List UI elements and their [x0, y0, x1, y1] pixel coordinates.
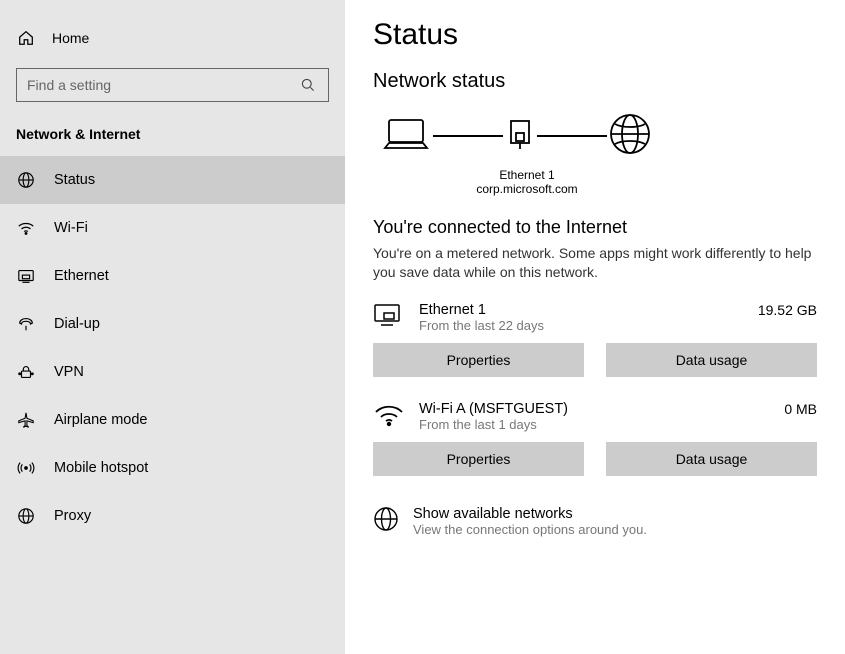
connected-subtext: You're on a metered network. Some apps m… [373, 244, 817, 282]
data-usage-button[interactable]: Data usage [606, 442, 817, 476]
show-networks-sub: View the connection options around you. [413, 522, 647, 537]
dialup-icon [16, 314, 36, 334]
wifi-icon [373, 401, 405, 427]
hotspot-icon [16, 458, 36, 478]
section-heading: Network status [373, 70, 817, 93]
proxy-icon [16, 506, 36, 526]
properties-button[interactable]: Properties [373, 343, 584, 377]
connection-usage: 0 MB [784, 401, 817, 417]
sidebar-item-proxy[interactable]: Proxy [0, 492, 345, 540]
main-content: Status Network status [345, 0, 845, 654]
sidebar-item-dialup[interactable]: Dial-up [0, 300, 345, 348]
connection-block-wifi: Wi-Fi A (MSFTGUEST) From the last 1 days… [373, 401, 817, 476]
nav-home-label: Home [52, 30, 89, 46]
properties-button[interactable]: Properties [373, 442, 584, 476]
home-icon [16, 28, 36, 48]
sidebar-item-label: Dial-up [54, 316, 100, 332]
diagram-line [433, 135, 503, 137]
ethernet-icon [373, 302, 405, 328]
diagram-domain-name: corp.microsoft.com [367, 182, 687, 196]
search-input-container[interactable] [16, 68, 329, 102]
connection-name: Ethernet 1 [419, 302, 744, 318]
vpn-icon [16, 362, 36, 382]
airplane-icon [16, 410, 36, 430]
diagram-label: Ethernet 1 corp.microsoft.com [367, 168, 687, 197]
page-title: Status [373, 18, 817, 52]
search-icon [298, 75, 318, 95]
globe-icon [607, 111, 653, 160]
sidebar-item-vpn[interactable]: VPN [0, 348, 345, 396]
search-input[interactable] [27, 77, 298, 93]
connection-usage: 19.52 GB [758, 302, 817, 318]
show-available-networks[interactable]: Show available networks View the connect… [373, 506, 817, 537]
sidebar-item-status[interactable]: Status [0, 156, 345, 204]
sidebar: Home Network & Internet Status [0, 0, 345, 654]
globe-icon [373, 506, 399, 532]
sidebar-item-hotspot[interactable]: Mobile hotspot [0, 444, 345, 492]
connection-block-ethernet: Ethernet 1 From the last 22 days 19.52 G… [373, 302, 817, 377]
ethernet-icon [16, 266, 36, 286]
sidebar-item-label: Airplane mode [54, 412, 148, 428]
diagram-adapter-name: Ethernet 1 [367, 168, 687, 182]
sidebar-nav: Status Wi-Fi Ethernet [0, 156, 345, 540]
sidebar-item-wifi[interactable]: Wi-Fi [0, 204, 345, 252]
sidebar-item-label: Mobile hotspot [54, 460, 148, 476]
network-diagram [379, 111, 817, 160]
nav-home[interactable]: Home [0, 20, 345, 56]
laptop-icon [379, 114, 433, 157]
sidebar-category-title: Network & Internet [0, 120, 345, 156]
wifi-icon [16, 218, 36, 238]
connected-heading: You're connected to the Internet [373, 217, 817, 238]
connection-subtext: From the last 22 days [419, 318, 744, 333]
sidebar-item-airplane[interactable]: Airplane mode [0, 396, 345, 444]
sidebar-item-ethernet[interactable]: Ethernet [0, 252, 345, 300]
diagram-line [537, 135, 607, 137]
connection-name: Wi-Fi A (MSFTGUEST) [419, 401, 770, 417]
show-networks-title: Show available networks [413, 506, 647, 522]
sidebar-item-label: Status [54, 172, 95, 188]
sidebar-item-label: Ethernet [54, 268, 109, 284]
sidebar-item-label: VPN [54, 364, 84, 380]
sidebar-item-label: Wi-Fi [54, 220, 88, 236]
sidebar-item-label: Proxy [54, 508, 91, 524]
connection-subtext: From the last 1 days [419, 417, 770, 432]
adapter-icon [503, 117, 537, 154]
data-usage-button[interactable]: Data usage [606, 343, 817, 377]
status-icon [16, 170, 36, 190]
